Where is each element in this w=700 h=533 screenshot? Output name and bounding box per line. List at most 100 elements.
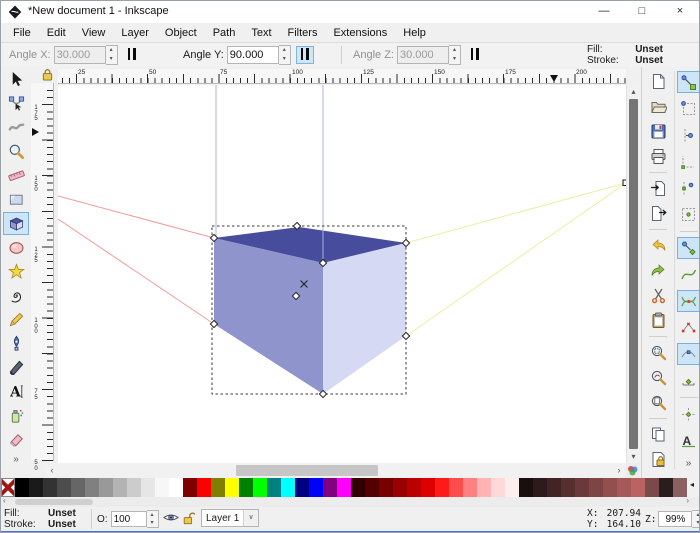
- tool-spiral[interactable]: [3, 284, 29, 307]
- guide-lock-icon[interactable]: [41, 68, 54, 81]
- palette-swatch[interactable]: [253, 478, 267, 497]
- snap-bbox-centers-button[interactable]: [677, 204, 700, 226]
- tool-box-3d[interactable]: [3, 212, 29, 235]
- palette-scroll-left-icon[interactable]: ◂: [690, 480, 694, 489]
- palette-swatch[interactable]: [15, 478, 29, 497]
- angle-x-input[interactable]: [54, 46, 106, 64]
- palette-swatch[interactable]: [57, 478, 71, 497]
- angle-x-spinner[interactable]: ▴▾: [106, 45, 118, 65]
- palette-swatch[interactable]: [141, 478, 155, 497]
- menu-text[interactable]: Text: [243, 25, 279, 41]
- snap-enable-button[interactable]: [677, 71, 700, 93]
- menu-path[interactable]: Path: [205, 25, 244, 41]
- palette-swatch[interactable]: [379, 478, 393, 497]
- snap-cusp-nodes-button[interactable]: [677, 317, 700, 339]
- palette-swatch[interactable]: [365, 478, 379, 497]
- snap-midpoints-button[interactable]: [677, 370, 700, 392]
- command-duplicate-button[interactable]: [646, 424, 670, 445]
- zoom-input[interactable]: [658, 511, 692, 527]
- palette-swatch[interactable]: [295, 478, 309, 497]
- snap-path-button[interactable]: [677, 264, 700, 286]
- snap-path-intersections-button[interactable]: [677, 290, 700, 312]
- menu-filters[interactable]: Filters: [280, 25, 326, 41]
- palette-swatch[interactable]: [575, 478, 589, 497]
- palette-swatch[interactable]: [491, 478, 505, 497]
- palette-swatch[interactable]: [449, 478, 463, 497]
- palette-swatch[interactable]: [197, 478, 211, 497]
- palette-swatch[interactable]: [267, 478, 281, 497]
- palette-swatch[interactable]: [71, 478, 85, 497]
- horizontal-ruler[interactable]: 255075100125150175200: [58, 69, 626, 84]
- angle-z-parallel-toggle[interactable]: [466, 46, 484, 64]
- command-cut-button[interactable]: [646, 285, 670, 306]
- snap-bbox-edges-button[interactable]: [677, 124, 700, 146]
- tool-measure[interactable]: [3, 164, 29, 187]
- zoom-spinner[interactable]: ▴▾: [692, 510, 700, 528]
- palette-swatch[interactable]: [155, 478, 169, 497]
- command-import-button[interactable]: [646, 178, 670, 199]
- layer-lock-icon[interactable]: [182, 511, 196, 525]
- chevron-down-icon[interactable]: ∨: [243, 510, 258, 526]
- angle-y-spinner[interactable]: ▴▾: [279, 45, 291, 65]
- command-new-document-button[interactable]: [646, 71, 670, 92]
- palette-swatch[interactable]: [659, 478, 673, 497]
- maximize-button[interactable]: □: [623, 1, 661, 23]
- tool-ellipse[interactable]: [3, 236, 29, 259]
- palette-swatch[interactable]: [463, 478, 477, 497]
- palette-swatch[interactable]: [211, 478, 225, 497]
- perspective-line-x[interactable]: [58, 196, 214, 238]
- tool-text[interactable]: A: [3, 380, 29, 403]
- menu-file[interactable]: File: [5, 25, 39, 41]
- vertical-ruler[interactable]: 1 7 51 5 01 2 51 0 07 55 0: [31, 83, 54, 461]
- vertical-scrollbar[interactable]: ▴ ▾: [626, 85, 639, 463]
- 3d-box-left-face[interactable]: [214, 238, 323, 394]
- tool-eraser[interactable]: [3, 428, 29, 451]
- perspective-line-x[interactable]: [58, 219, 214, 324]
- angle-y-input[interactable]: [227, 46, 279, 64]
- command-save-button[interactable]: [646, 121, 670, 142]
- scroll-left-icon[interactable]: ‹: [45, 463, 59, 478]
- palette-swatch[interactable]: [351, 478, 365, 497]
- command-export-button[interactable]: [646, 203, 670, 224]
- minimize-button[interactable]: —: [585, 1, 623, 23]
- tool-zoom[interactable]: [3, 140, 29, 163]
- command-paste-button[interactable]: [646, 310, 670, 331]
- snap-object-centers-button[interactable]: [677, 403, 700, 425]
- scroll-right-icon[interactable]: ›: [612, 463, 626, 478]
- angle-x-parallel-toggle[interactable]: [123, 46, 141, 64]
- snap-smooth-nodes-button[interactable]: [677, 343, 700, 365]
- horizontal-scrollbar-thumb[interactable]: [236, 465, 378, 476]
- snap-nodes-button[interactable]: [677, 237, 700, 259]
- menu-view[interactable]: View: [74, 25, 114, 41]
- palette-swatch[interactable]: [603, 478, 617, 497]
- angle-z-spinner[interactable]: ▴▾: [449, 45, 461, 65]
- snap-bbox-edge-midpoints-button[interactable]: [677, 177, 700, 199]
- palette-scrollbar-right-icon[interactable]: ›: [686, 496, 689, 505]
- command-print-button[interactable]: [646, 146, 670, 167]
- scroll-up-icon[interactable]: ▴: [627, 85, 640, 98]
- opacity-input[interactable]: [111, 511, 147, 527]
- angle-z-input[interactable]: [397, 46, 449, 64]
- palette-swatch[interactable]: [29, 478, 43, 497]
- palette-swatch[interactable]: [407, 478, 421, 497]
- palette-swatch[interactable]: [225, 478, 239, 497]
- snap-text-baseline-button[interactable]: A: [677, 430, 700, 452]
- palette-swatch[interactable]: [477, 478, 491, 497]
- menu-layer[interactable]: Layer: [113, 25, 157, 41]
- palette-swatch[interactable]: [127, 478, 141, 497]
- palette-swatch[interactable]: [43, 478, 57, 497]
- palette-swatch[interactable]: [239, 478, 253, 497]
- palette-swatch[interactable]: [183, 478, 197, 497]
- palette-swatch[interactable]: [617, 478, 631, 497]
- fill-stroke-indicator[interactable]: Fill:Unset Stroke:Unset: [4, 508, 88, 530]
- scroll-down-icon[interactable]: ▾: [627, 450, 640, 463]
- tool-star[interactable]: [3, 260, 29, 283]
- layer-selector[interactable]: Layer 1 ∨: [201, 509, 259, 527]
- palette-swatch[interactable]: [113, 478, 127, 497]
- palette-swatch[interactable]: [337, 478, 351, 497]
- palette-swatch[interactable]: [505, 478, 519, 497]
- command-lock-button[interactable]: [646, 449, 670, 470]
- palette-swatch[interactable]: [421, 478, 435, 497]
- palette-swatch[interactable]: [631, 478, 645, 497]
- palette-swatch[interactable]: [533, 478, 547, 497]
